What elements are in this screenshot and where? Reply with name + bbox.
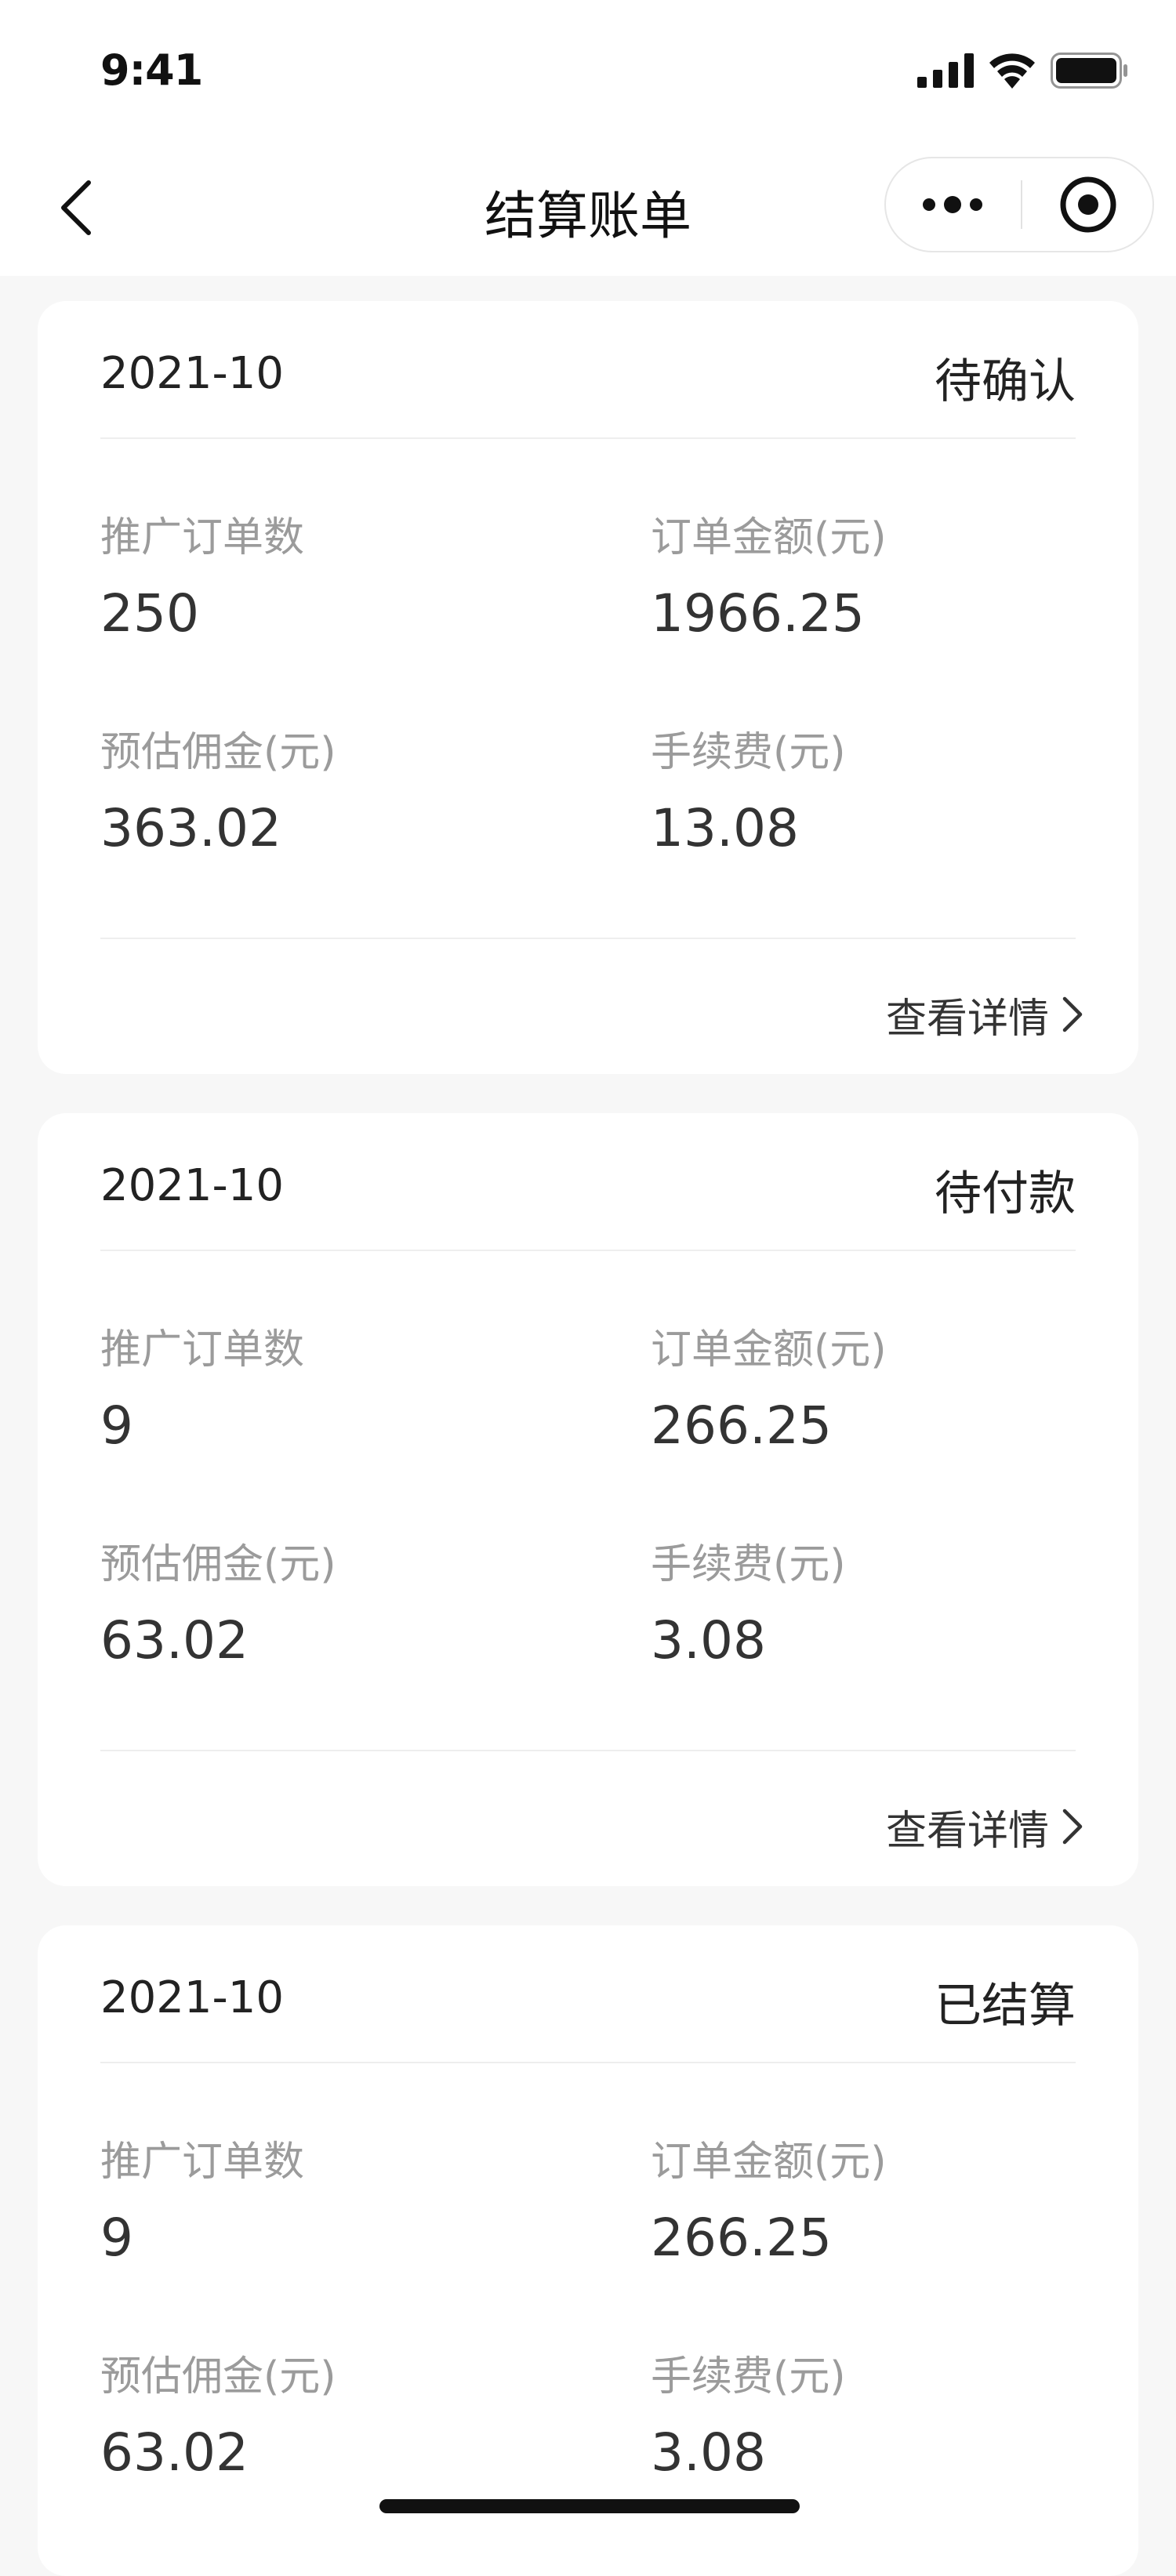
bill-card-header: 2021-10 待付款: [100, 1113, 1076, 1251]
bill-status: 已结算: [935, 1979, 1076, 2034]
fee-value: 3.08: [651, 2422, 766, 2483]
view-details-label: 查看详情: [885, 995, 1049, 1043]
order-amount-value: 266.25: [651, 1395, 832, 1456]
signal-icon: [917, 53, 974, 88]
order-amount-label: 订单金额(元): [651, 514, 887, 561]
fee-label: 手续费(元): [651, 729, 846, 776]
commission-label: 预估佣金(元): [100, 2353, 336, 2400]
order-amount-label: 订单金额(元): [651, 2139, 887, 2186]
close-miniprogram-button[interactable]: [1022, 158, 1154, 251]
commission-value: 63.02: [100, 2422, 249, 2483]
fee-value: 13.08: [651, 798, 799, 858]
status-icons: [917, 47, 1129, 94]
order-count-value: 250: [100, 583, 199, 644]
bill-status: 待付款: [935, 1166, 1076, 1221]
view-details-label: 查看详情: [885, 1807, 1049, 1855]
bill-card: 2021-10 待付款 推广订单数 9 订单金额(元) 266.25 预估佣金(…: [38, 1113, 1138, 1886]
chevron-right-icon: [1062, 1809, 1083, 1845]
order-count-value: 9: [100, 2208, 133, 2268]
fee-label: 手续费(元): [651, 2353, 846, 2400]
commission-label: 预估佣金(元): [100, 1541, 336, 1588]
order-count-value: 9: [100, 1395, 133, 1456]
fee-stat: 手续费(元) 13.08: [651, 732, 846, 854]
order-amount-stat: 订单金额(元) 1966.25: [651, 517, 887, 640]
home-indicator: [379, 2499, 800, 2513]
target-icon: [1060, 176, 1116, 233]
fee-stat: 手续费(元) 3.08: [651, 1544, 846, 1667]
order-count-stat: 推广订单数 9: [100, 2142, 304, 2264]
bill-card-header: 2021-10 待确认: [100, 301, 1076, 439]
order-amount-stat: 订单金额(元) 266.25: [651, 1330, 887, 1452]
bill-status: 待确认: [935, 354, 1076, 409]
order-count-label: 推广订单数: [100, 2139, 305, 2186]
chevron-right-icon: [1062, 996, 1083, 1032]
status-bar: 9:41: [0, 0, 1176, 141]
bill-month: 2021-10: [100, 1160, 284, 1211]
commission-stat: 预估佣金(元) 63.02: [100, 1544, 336, 1667]
commission-label: 预估佣金(元): [100, 729, 336, 776]
status-time: 9:41: [100, 45, 203, 95]
order-amount-label: 订单金额(元): [651, 1326, 887, 1373]
bill-card-header: 2021-10 已结算: [100, 1925, 1076, 2063]
bill-card: 2021-10 已结算 推广订单数 9 订单金额(元) 266.25 预估佣金(…: [38, 1925, 1138, 2576]
nav-bar: 结算账单: [0, 141, 1176, 276]
order-count-stat: 推广订单数 250: [100, 517, 304, 640]
capsule-menu: [884, 157, 1154, 252]
order-count-label: 推广订单数: [100, 514, 305, 561]
bill-month: 2021-10: [100, 348, 284, 399]
commission-stat: 预估佣金(元) 363.02: [100, 732, 336, 854]
battery-icon: [1051, 53, 1127, 89]
more-button[interactable]: [886, 158, 1019, 251]
wifi-icon: [989, 53, 1035, 89]
commission-value: 363.02: [100, 798, 281, 858]
card-divider: [100, 938, 1076, 939]
order-amount-value: 1966.25: [651, 583, 865, 644]
more-dots-icon: [923, 196, 982, 213]
bill-card: 2021-10 待确认 推广订单数 250 订单金额(元) 1966.25 预估…: [38, 301, 1138, 1074]
view-details-link[interactable]: 查看详情: [886, 1795, 1083, 1858]
order-amount-stat: 订单金额(元) 266.25: [651, 2142, 887, 2264]
order-count-stat: 推广订单数 9: [100, 1330, 304, 1452]
commission-stat: 预估佣金(元) 63.02: [100, 2356, 336, 2479]
fee-value: 3.08: [651, 1610, 766, 1671]
order-count-label: 推广订单数: [100, 1326, 305, 1373]
card-divider: [100, 1750, 1076, 1751]
fee-label: 手续费(元): [651, 1541, 846, 1588]
bill-month: 2021-10: [100, 1972, 284, 2023]
fee-stat: 手续费(元) 3.08: [651, 2356, 846, 2479]
view-details-link[interactable]: 查看详情: [886, 983, 1083, 1046]
order-amount-value: 266.25: [651, 2208, 832, 2268]
commission-value: 63.02: [100, 1610, 249, 1671]
